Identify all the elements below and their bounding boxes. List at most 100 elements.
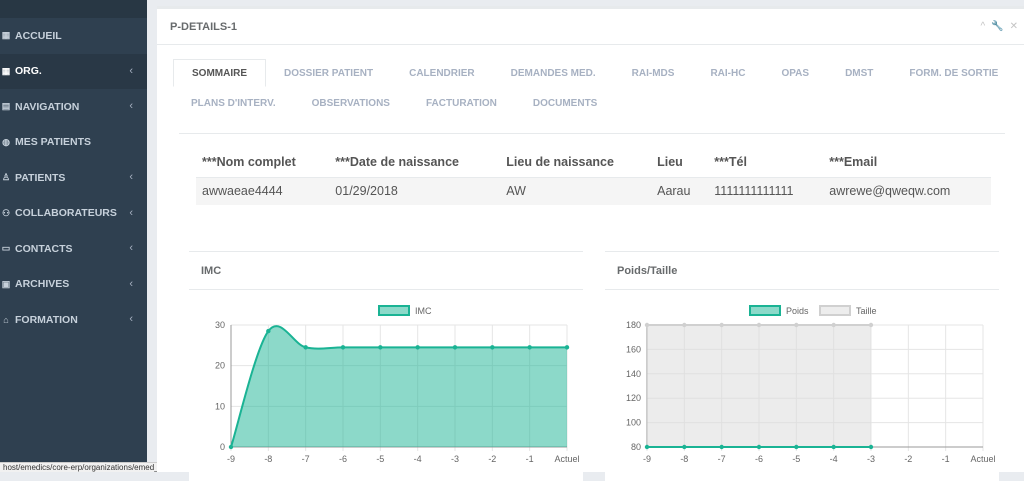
x-tick-label: -7 (302, 454, 310, 464)
grid-icon: ▦ (1, 65, 11, 76)
tabs-divider (179, 133, 1005, 134)
data-point (868, 444, 874, 450)
data-point (527, 345, 532, 350)
data-point (452, 345, 458, 350)
table-cell: Aarau (651, 176, 709, 205)
x-tick-label: -5 (376, 454, 384, 464)
tab-calendrier[interactable]: CALENDRIER (391, 59, 493, 87)
table-header-row: ***Nom complet ***Date de naissance Lieu d… (196, 147, 991, 177)
column-header: ***Date de naissance (335, 154, 459, 169)
close-icon[interactable]: ✕ (1010, 21, 1018, 32)
poids-taille-chart: 80 100 120 140 160 180 -9 -8 -7 -6 -5 -4 -3 -2 -1 Actue… (626, 305, 996, 464)
x-tick-label: -8 (680, 454, 688, 464)
x-tick-label: -3 (451, 454, 459, 464)
x-tick-label: -6 (339, 454, 347, 464)
y-tick-label: 160 (626, 344, 641, 354)
x-tick-label: -6 (755, 454, 763, 464)
sidebar-item-label: ORG. (15, 65, 42, 78)
panel-title: P-DETAILS-1 (170, 20, 238, 33)
tab-rai-hc[interactable]: RAI-HC (692, 59, 763, 87)
legend-label: Poids (786, 306, 809, 316)
poids-taille-chart-title: Poids/Taille (605, 252, 999, 290)
sidebar-item-label: ACCUEIL (15, 29, 62, 42)
chevron-left-icon: ‹ (129, 242, 133, 254)
tab-dossier-patient[interactable]: DOSSIER PATIENT (266, 59, 391, 87)
table-cell: awrewe@qweqw.com (823, 176, 991, 205)
data-point (644, 444, 650, 450)
tab-plans-d-interv[interactable]: PLANS D'INTERV. (173, 89, 294, 117)
y-tick-label: 180 (626, 320, 641, 330)
y-tick-label: 10 (215, 401, 225, 411)
tab-opas[interactable]: OPAS (763, 59, 827, 87)
chevron-left-icon: ‹ (129, 206, 133, 219)
sidebar-item-label: CONTACTS (15, 242, 73, 255)
grid-icon: ▦ (1, 30, 11, 41)
data-point (490, 345, 495, 350)
data-point (831, 322, 836, 328)
data-point (682, 322, 687, 328)
sidebar-item-collaborateurs[interactable]: ⚇ COLLABORATEURS ‹ (0, 196, 147, 232)
sidebar: ▦ ACCUEIL ▦ ORG. ‹ ▤ NAVIGATION ‹ ◍ MES PATIENTS ♙… (0, 0, 147, 472)
y-tick-label: 80 (631, 442, 641, 452)
x-tick-label: -4 (830, 454, 838, 464)
tab-sommaire[interactable]: SOMMAIRE (173, 59, 266, 87)
chevron-left-icon: ‹ (129, 64, 133, 77)
contact-card-icon: ▭ (1, 243, 11, 254)
tab-rai-mds[interactable]: RAI-MDS (614, 59, 693, 87)
sidebar-item-accueil[interactable]: ▦ ACCUEIL (0, 18, 147, 54)
sidebar-item-patients[interactable]: ♙ PATIENTS ‹ (0, 160, 147, 196)
sidebar-item-label: COLLABORATEURS (15, 207, 117, 220)
legend-swatch (749, 305, 781, 316)
sidebar-item-label: MES PATIENTS (15, 136, 92, 149)
tab-observations[interactable]: OBSERVATIONS (294, 89, 408, 117)
chevron-left-icon: ‹ (129, 100, 133, 112)
data-point (682, 444, 687, 450)
patient-details-panel: P-DETAILS-1 ^ 🔧 ✕ SOMMAIRE DOSSIER PATIEN… (157, 6, 1024, 481)
legend-swatch (378, 305, 410, 316)
legend-swatch (819, 305, 851, 316)
y-tick-label: 0 (220, 442, 225, 452)
table-row: awwaeae4444 01/29/2018 AW Aarau 111111111111… (196, 176, 991, 205)
sidebar-item-formation[interactable]: ⌂ FORMATION ‹ (0, 302, 147, 338)
tab-documents[interactable]: DOCUMENTS (515, 89, 615, 117)
data-point (719, 322, 724, 328)
data-point (378, 345, 383, 350)
tab-dmst[interactable]: DMST (827, 59, 891, 87)
table-cell: 01/29/2018 (329, 176, 501, 205)
users-icon: ⚇ (1, 207, 11, 218)
panel-header: P-DETAILS-1 (157, 9, 1024, 45)
tab-demandes-med[interactable]: DEMANDES MED. (493, 59, 614, 87)
sidebar-item-label: NAVIGATION (15, 100, 80, 113)
data-point (794, 322, 799, 328)
sidebar-top-strip (0, 0, 147, 18)
y-tick-label: 100 (626, 418, 641, 428)
y-tick-label: 30 (215, 320, 225, 330)
y-tick-label: 120 (626, 393, 641, 403)
navigation-icon: ▤ (1, 101, 11, 112)
y-tick-label: 140 (626, 369, 641, 379)
sidebar-item-archives[interactable]: ▣ ARCHIVES ‹ (0, 267, 147, 303)
tab-form-de-sortie[interactable]: FORM. DE SORTIE (891, 59, 1016, 87)
sidebar-item-label: FORMATION (15, 313, 78, 326)
x-tick-label: -4 (414, 454, 422, 464)
globe-icon: ◍ (2, 136, 10, 147)
wrench-icon[interactable]: 🔧 (991, 21, 1003, 32)
collapse-icon[interactable]: ^ (980, 21, 985, 32)
x-tick-label: -9 (227, 454, 235, 464)
sidebar-item-contacts[interactable]: ▭ CONTACTS ‹ (0, 231, 147, 267)
series-area-imc (231, 326, 567, 447)
data-point (266, 328, 271, 334)
sidebar-item-org[interactable]: ▦ ORG. ‹ (0, 53, 147, 89)
tab-facturation[interactable]: FACTURATION (408, 89, 515, 117)
column-header: ***Tél (714, 154, 747, 169)
patient-info-table: ***Nom complet ***Date de naissance Lieu d… (196, 147, 991, 205)
column-header: ***Email (829, 154, 878, 169)
data-point (340, 345, 346, 350)
sidebar-item-mes-patients[interactable]: ◍ MES PATIENTS (0, 125, 147, 161)
panel-tools: ^ 🔧 ✕ (980, 21, 1018, 32)
sidebar-item-navigation[interactable]: ▤ NAVIGATION ‹ (0, 89, 147, 125)
data-point (756, 322, 762, 328)
x-tick-label: Actuel (554, 454, 579, 464)
column-header: Lieu de naissance (506, 154, 614, 169)
series-area-taille (647, 325, 871, 447)
